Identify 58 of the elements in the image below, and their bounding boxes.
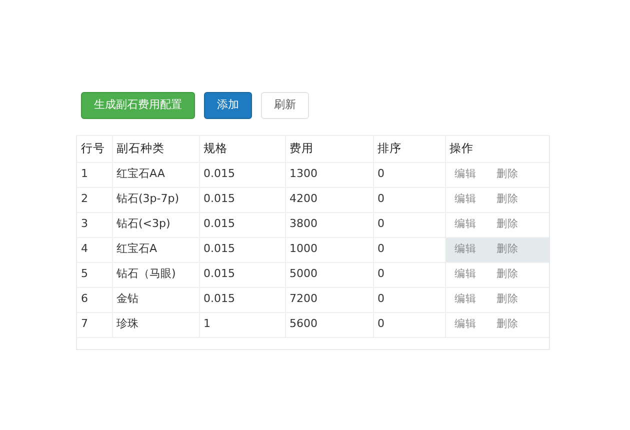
table-cell: 0.015 [199,162,285,187]
table-cell: 0.015 [199,287,285,312]
column-header: 操作 [445,136,549,162]
table-cell: 1 [77,162,112,187]
table-cell: 0.015 [199,212,285,237]
table-cell: 钻石(3p-7p) [112,187,199,212]
table-cell: 0.015 [199,237,285,262]
table-cell: 钻石(<3p) [112,212,199,237]
table-cell: 珍珠 [112,312,199,337]
table-cell: 5 [77,262,112,287]
table-cell: 钻石（马眼) [112,262,199,287]
table-cell: 7200 [285,287,373,312]
edit-link[interactable]: 编辑 [450,192,482,208]
edit-link[interactable]: 编辑 [450,292,482,308]
refresh-button[interactable]: 刷新 [261,92,309,119]
table-cell: 金钻 [112,287,199,312]
table-cell: 0 [373,237,445,262]
table-cell: 3800 [285,212,373,237]
table-cell: 4200 [285,187,373,212]
table-cell: 0 [373,262,445,287]
column-header: 排序 [373,136,445,162]
table-cell: 红宝石A [112,237,199,262]
table-cell: 3 [77,212,112,237]
table-cell: 0 [373,162,445,187]
table-cell: 2 [77,187,112,212]
table-cell: 1000 [285,237,373,262]
column-header: 行号 [77,136,112,162]
table-cell: 0.015 [199,262,285,287]
delete-link[interactable]: 删除 [492,167,524,183]
table-cell: 6 [77,287,112,312]
delete-link[interactable]: 删除 [492,192,524,208]
table-cell: 7 [77,312,112,337]
table-cell: 1 [199,312,285,337]
column-header: 费用 [285,136,373,162]
generate-button[interactable]: 生成副石费用配置 [81,92,195,119]
add-button[interactable]: 添加 [204,92,252,119]
delete-link[interactable]: 删除 [492,242,524,258]
edit-link[interactable]: 编辑 [450,317,482,333]
delete-link[interactable]: 删除 [492,267,524,283]
table-cell: 0 [373,312,445,337]
table-cell: 0 [373,187,445,212]
delete-link[interactable]: 删除 [492,217,524,233]
edit-link[interactable]: 编辑 [450,167,482,183]
table-cell: 5600 [285,312,373,337]
column-header: 规格 [199,136,285,162]
table-cell: 5000 [285,262,373,287]
delete-link[interactable]: 删除 [492,292,524,308]
table-cell: 0 [373,287,445,312]
table-cell: 1300 [285,162,373,187]
edit-link[interactable]: 编辑 [450,217,482,233]
table-cell: 4 [77,237,112,262]
edit-link[interactable]: 编辑 [450,267,482,283]
edit-link[interactable]: 编辑 [450,242,482,258]
column-header: 副石种类 [112,136,199,162]
table-cell: 红宝石AA [112,162,199,187]
delete-link[interactable]: 删除 [492,317,524,333]
table-cell: 0 [373,212,445,237]
table-cell: 0.015 [199,187,285,212]
